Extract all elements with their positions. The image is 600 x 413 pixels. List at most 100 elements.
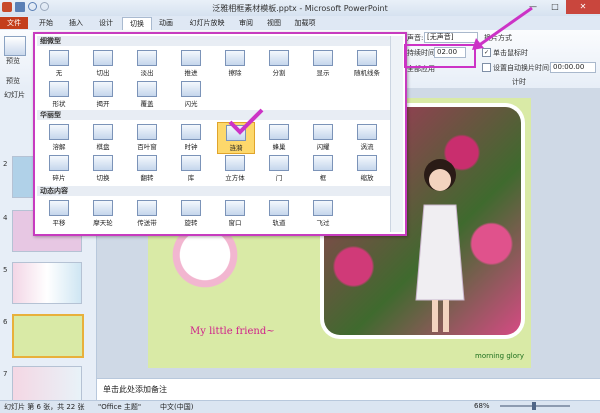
- transition-label: 涟漪: [229, 144, 243, 152]
- transition-dynamic-item[interactable]: 平移: [41, 198, 77, 228]
- transition-exciting-item[interactable]: 百叶窗: [129, 122, 165, 152]
- transition-label: 翻转: [140, 174, 154, 182]
- transition-subtle-item[interactable]: 无: [41, 48, 77, 78]
- transition-exciting-item[interactable]: 切换: [85, 153, 121, 183]
- transition-subtle-item[interactable]: 淡出: [129, 48, 165, 78]
- transition-label: 溶解: [52, 143, 66, 151]
- tab-review[interactable]: 审阅: [234, 17, 258, 29]
- transition-label: 切出: [96, 69, 110, 77]
- transition-dynamic-item[interactable]: 传送带: [129, 198, 165, 228]
- transition-icon: [181, 81, 201, 97]
- close-button[interactable]: ✕: [566, 0, 600, 14]
- auto-advance-input[interactable]: 00:00.00: [550, 62, 596, 73]
- preview-group-label: 预览: [6, 77, 20, 85]
- tab-insert[interactable]: 插入: [64, 17, 88, 29]
- transition-subtle-item[interactable]: 切出: [85, 48, 121, 78]
- transition-label: 立方体: [225, 174, 245, 182]
- transition-label: 旋转: [184, 219, 198, 227]
- transition-icon: [93, 124, 113, 140]
- transition-exciting-item[interactable]: 碎片: [41, 153, 77, 183]
- tab-slideshow[interactable]: 幻灯片放映: [182, 17, 232, 29]
- section-exciting: 华丽型: [37, 110, 392, 120]
- girl-figure: [410, 150, 470, 335]
- transition-subtle-item[interactable]: 显示: [305, 48, 341, 78]
- transition-subtle-item[interactable]: 闪光: [173, 79, 209, 109]
- transition-label: 分割: [272, 69, 286, 77]
- transition-subtle-item[interactable]: 擦除: [217, 48, 253, 78]
- maximize-button[interactable]: □: [544, 0, 566, 14]
- transition-label: 飞过: [316, 219, 330, 227]
- undo-icon[interactable]: [28, 2, 37, 11]
- transition-label: 门: [275, 174, 283, 182]
- transition-label: 闪光: [184, 100, 198, 108]
- preview-icon[interactable]: [4, 36, 26, 56]
- transition-subtle-item[interactable]: 覆盖: [129, 79, 165, 109]
- transition-label: 无: [55, 69, 63, 77]
- transition-exciting-item[interactable]: 缩放: [349, 153, 385, 183]
- transition-exciting-item[interactable]: 蜂巢: [261, 122, 297, 152]
- transition-icon: [313, 200, 333, 216]
- transition-icon: [357, 50, 377, 66]
- tab-slides[interactable]: 幻灯片: [4, 90, 25, 100]
- tab-animations[interactable]: 动画: [154, 17, 178, 29]
- tab-addins[interactable]: 加载项: [290, 17, 320, 29]
- transition-label: 推进: [184, 69, 198, 77]
- transition-label: 棋盘: [96, 143, 110, 151]
- section-dynamic: 动态内容: [37, 186, 392, 196]
- transition-exciting-item[interactable]: 翻转: [129, 153, 165, 183]
- transition-subtle-item[interactable]: 随机线条: [349, 48, 385, 78]
- transition-icon: [269, 200, 289, 216]
- transition-icon: [49, 200, 69, 216]
- transition-exciting-item[interactable]: 时钟: [173, 122, 209, 152]
- slide-number: 7: [3, 370, 8, 378]
- tab-transitions[interactable]: 切换: [122, 17, 152, 30]
- transition-exciting-item[interactable]: 溶解: [41, 122, 77, 152]
- zoom-level: 68%: [474, 402, 490, 410]
- slide-thumbnail-selected[interactable]: [12, 314, 84, 358]
- transition-icon: [49, 50, 69, 66]
- transition-label: 摩天轮: [93, 219, 113, 227]
- notes-pane[interactable]: 单击此处添加备注: [97, 378, 600, 401]
- transition-dynamic-item[interactable]: 旋转: [173, 198, 209, 228]
- transition-exciting-item[interactable]: 框: [305, 153, 341, 183]
- transition-dynamic-item[interactable]: 飞过: [305, 198, 341, 228]
- gallery-scrollbar[interactable]: [390, 36, 403, 232]
- sound-label: 声音:: [407, 34, 424, 42]
- transition-dynamic-item[interactable]: 摩天轮: [85, 198, 121, 228]
- auto-advance-label: 设置自动换片时间:: [493, 64, 552, 72]
- transition-subtle-item[interactable]: 形状: [41, 79, 77, 109]
- transition-icon: [181, 124, 201, 140]
- transition-exciting-item[interactable]: 闪耀: [305, 122, 341, 152]
- zoom-slider-thumb[interactable]: [532, 402, 536, 410]
- transition-exciting-item[interactable]: 门: [261, 153, 297, 183]
- transition-label: 涡流: [360, 143, 374, 151]
- preview-button-label[interactable]: 预览: [6, 56, 20, 66]
- transition-subtle-item[interactable]: 推进: [173, 48, 209, 78]
- transition-icon: [93, 50, 113, 66]
- transition-exciting-item[interactable]: 立方体: [217, 153, 253, 183]
- tab-home[interactable]: 开始: [34, 17, 58, 29]
- app-icon[interactable]: [2, 2, 12, 12]
- transition-label: 轨道: [272, 219, 286, 227]
- transition-dynamic-item[interactable]: 轨道: [261, 198, 297, 228]
- transition-label: 缩放: [360, 174, 374, 182]
- transition-label: 碎片: [52, 174, 66, 182]
- save-icon[interactable]: [15, 2, 25, 12]
- transition-subtle-item[interactable]: 揭开: [85, 79, 121, 109]
- slide-thumbnail[interactable]: [12, 262, 82, 304]
- auto-advance-checkbox[interactable]: [482, 63, 491, 72]
- tab-view[interactable]: 视图: [262, 17, 286, 29]
- transition-dynamic-item[interactable]: 窗口: [217, 198, 253, 228]
- tab-file[interactable]: 文件: [0, 17, 28, 29]
- transition-icon: [137, 81, 157, 97]
- transition-subtle-item[interactable]: 分割: [261, 48, 297, 78]
- transition-exciting-item[interactable]: 棋盘: [85, 122, 121, 152]
- transition-icon: [313, 124, 333, 140]
- redo-icon[interactable]: [40, 2, 49, 11]
- tab-design[interactable]: 设计: [94, 17, 118, 29]
- transition-exciting-item[interactable]: 库: [173, 153, 209, 183]
- transition-exciting-item[interactable]: 涡流: [349, 122, 385, 152]
- transition-icon: [313, 50, 333, 66]
- transition-label: 形状: [52, 100, 66, 108]
- transition-icon: [269, 155, 289, 171]
